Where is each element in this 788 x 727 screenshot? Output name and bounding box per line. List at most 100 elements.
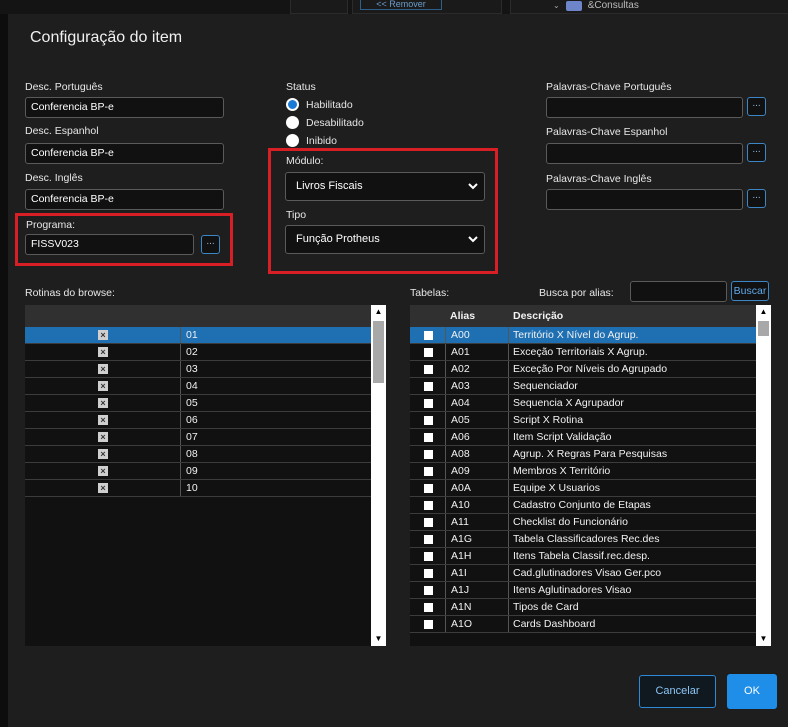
- status-option-inibido[interactable]: Inibido: [286, 134, 337, 147]
- tabelas-row[interactable]: A02 Exceção Por Níveis do Agrupado: [410, 361, 756, 378]
- tabelas-row[interactable]: A03 Sequenciador: [410, 378, 756, 395]
- tabelas-row[interactable]: A09 Membros X Território: [410, 463, 756, 480]
- rotinas-row[interactable]: × 09: [25, 463, 371, 480]
- status-option-desabilitado[interactable]: Desabilitado: [286, 116, 364, 129]
- table-alias: A1J: [451, 584, 470, 596]
- checkbox-icon[interactable]: [424, 348, 433, 357]
- checked-box-icon[interactable]: ×: [98, 415, 108, 425]
- tabelas-row[interactable]: A1J Itens Aglutinadores Visao: [410, 582, 756, 599]
- keywords-es-label: Palavras-Chave Espanhol: [546, 126, 668, 138]
- desc-es-input[interactable]: Conferencia BP-e: [25, 143, 224, 164]
- keywords-pt-input[interactable]: [546, 97, 743, 118]
- programa-callout: [15, 213, 233, 266]
- keywords-es-input[interactable]: [546, 143, 743, 164]
- tabelas-row[interactable]: A0A Equipe X Usuarios: [410, 480, 756, 497]
- checkbox-icon[interactable]: [424, 586, 433, 595]
- checked-box-icon[interactable]: ×: [98, 364, 108, 374]
- rotinas-row[interactable]: × 07: [25, 429, 371, 446]
- tabelas-row[interactable]: A10 Cadastro Conjunto de Etapas: [410, 497, 756, 514]
- table-description: Checklist do Funcionário: [513, 516, 628, 528]
- ok-button[interactable]: OK: [727, 674, 777, 709]
- rotinas-scrollbar[interactable]: ▲ ▼: [371, 305, 386, 646]
- checkbox-icon[interactable]: [424, 501, 433, 510]
- status-option-habilitado[interactable]: Habilitado: [286, 98, 353, 111]
- rotinas-row[interactable]: × 03: [25, 361, 371, 378]
- checkbox-icon[interactable]: [424, 569, 433, 578]
- table-alias: A1N: [451, 601, 472, 613]
- table-description: Território X Nível do Agrup.: [513, 329, 639, 341]
- radio-icon: [286, 116, 299, 129]
- checked-box-icon[interactable]: ×: [98, 483, 108, 493]
- keywords-en-button[interactable]: ...: [747, 189, 766, 208]
- buscar-button[interactable]: Buscar: [731, 281, 769, 301]
- rotinas-row[interactable]: × 01: [25, 327, 371, 344]
- cancel-button[interactable]: Cancelar: [639, 675, 716, 708]
- rotinas-row[interactable]: × 04: [25, 378, 371, 395]
- checked-box-icon[interactable]: ×: [98, 381, 108, 391]
- rotina-code: 04: [186, 380, 198, 392]
- checkbox-icon[interactable]: [424, 433, 433, 442]
- table-description: Agrup. X Regras Para Pesquisas: [513, 448, 668, 460]
- checkbox-icon[interactable]: [424, 535, 433, 544]
- checkbox-icon[interactable]: [424, 450, 433, 459]
- table-description: Sequenciador: [513, 380, 578, 392]
- scroll-down-icon[interactable]: ▼: [371, 632, 386, 646]
- keywords-pt-button[interactable]: ...: [747, 97, 766, 116]
- tabelas-scrollbar[interactable]: ▲ ▼: [756, 305, 771, 646]
- rotinas-row[interactable]: × 08: [25, 446, 371, 463]
- status-label: Status: [286, 81, 316, 93]
- tabelas-row[interactable]: A00 Território X Nível do Agrup.: [410, 327, 756, 344]
- tabelas-row[interactable]: A1G Tabela Classificadores Rec.des: [410, 531, 756, 548]
- tabelas-row[interactable]: A1O Cards Dashboard: [410, 616, 756, 633]
- tabelas-row[interactable]: A05 Script X Rotina: [410, 412, 756, 429]
- rotinas-row[interactable]: × 10: [25, 480, 371, 497]
- scroll-down-icon[interactable]: ▼: [756, 632, 771, 646]
- checkbox-icon[interactable]: [424, 603, 433, 612]
- rotina-code: 09: [186, 465, 198, 477]
- scroll-thumb[interactable]: [758, 321, 769, 336]
- checkbox-icon[interactable]: [424, 382, 433, 391]
- tabelas-row[interactable]: A06 Item Script Validação: [410, 429, 756, 446]
- tabelas-row[interactable]: A01 Exceção Territoriais X Agrup.: [410, 344, 756, 361]
- checkbox-icon[interactable]: [424, 467, 433, 476]
- tabelas-grid-header: Alias Descrição: [410, 305, 771, 327]
- table-alias: A03: [451, 380, 470, 392]
- checkbox-icon[interactable]: [424, 552, 433, 561]
- checkbox-icon[interactable]: [424, 331, 433, 340]
- busca-alias-input[interactable]: [630, 281, 727, 302]
- keywords-es-button[interactable]: ...: [747, 143, 766, 162]
- scroll-up-icon[interactable]: ▲: [756, 305, 771, 319]
- background-tree-item: ⌄ &Consultas: [553, 0, 639, 11]
- checked-box-icon[interactable]: ×: [98, 432, 108, 442]
- tabelas-row[interactable]: A08 Agrup. X Regras Para Pesquisas: [410, 446, 756, 463]
- rotinas-row[interactable]: × 02: [25, 344, 371, 361]
- tabelas-row[interactable]: A04 Sequencia X Agrupador: [410, 395, 756, 412]
- keywords-en-input[interactable]: [546, 189, 743, 210]
- desc-pt-input[interactable]: Conferencia BP-e: [25, 97, 224, 118]
- table-alias: A1G: [451, 533, 473, 545]
- col-desc-header[interactable]: Descrição: [513, 308, 563, 325]
- checkbox-icon[interactable]: [424, 365, 433, 374]
- scroll-up-icon[interactable]: ▲: [371, 305, 386, 319]
- rotinas-row[interactable]: × 06: [25, 412, 371, 429]
- checked-box-icon[interactable]: ×: [98, 330, 108, 340]
- checkbox-icon[interactable]: [424, 620, 433, 629]
- scroll-thumb[interactable]: [373, 321, 384, 383]
- tabelas-row[interactable]: A11 Checklist do Funcionário: [410, 514, 756, 531]
- table-description: Itens Aglutinadores Visao: [513, 584, 632, 596]
- rotinas-row[interactable]: × 05: [25, 395, 371, 412]
- checked-box-icon[interactable]: ×: [98, 466, 108, 476]
- tabelas-row[interactable]: A1I Cad.glutinadores Visao Ger.pco: [410, 565, 756, 582]
- checkbox-icon[interactable]: [424, 416, 433, 425]
- checkbox-icon[interactable]: [424, 399, 433, 408]
- rotina-code: 10: [186, 482, 198, 494]
- checked-box-icon[interactable]: ×: [98, 398, 108, 408]
- checked-box-icon[interactable]: ×: [98, 347, 108, 357]
- tabelas-row[interactable]: A1H Itens Tabela Classif.rec.desp.: [410, 548, 756, 565]
- tabelas-row[interactable]: A1N Tipos de Card: [410, 599, 756, 616]
- col-alias-header[interactable]: Alias: [450, 308, 475, 325]
- checkbox-icon[interactable]: [424, 484, 433, 493]
- checked-box-icon[interactable]: ×: [98, 449, 108, 459]
- desc-en-input[interactable]: Conferencia BP-e: [25, 189, 224, 210]
- checkbox-icon[interactable]: [424, 518, 433, 527]
